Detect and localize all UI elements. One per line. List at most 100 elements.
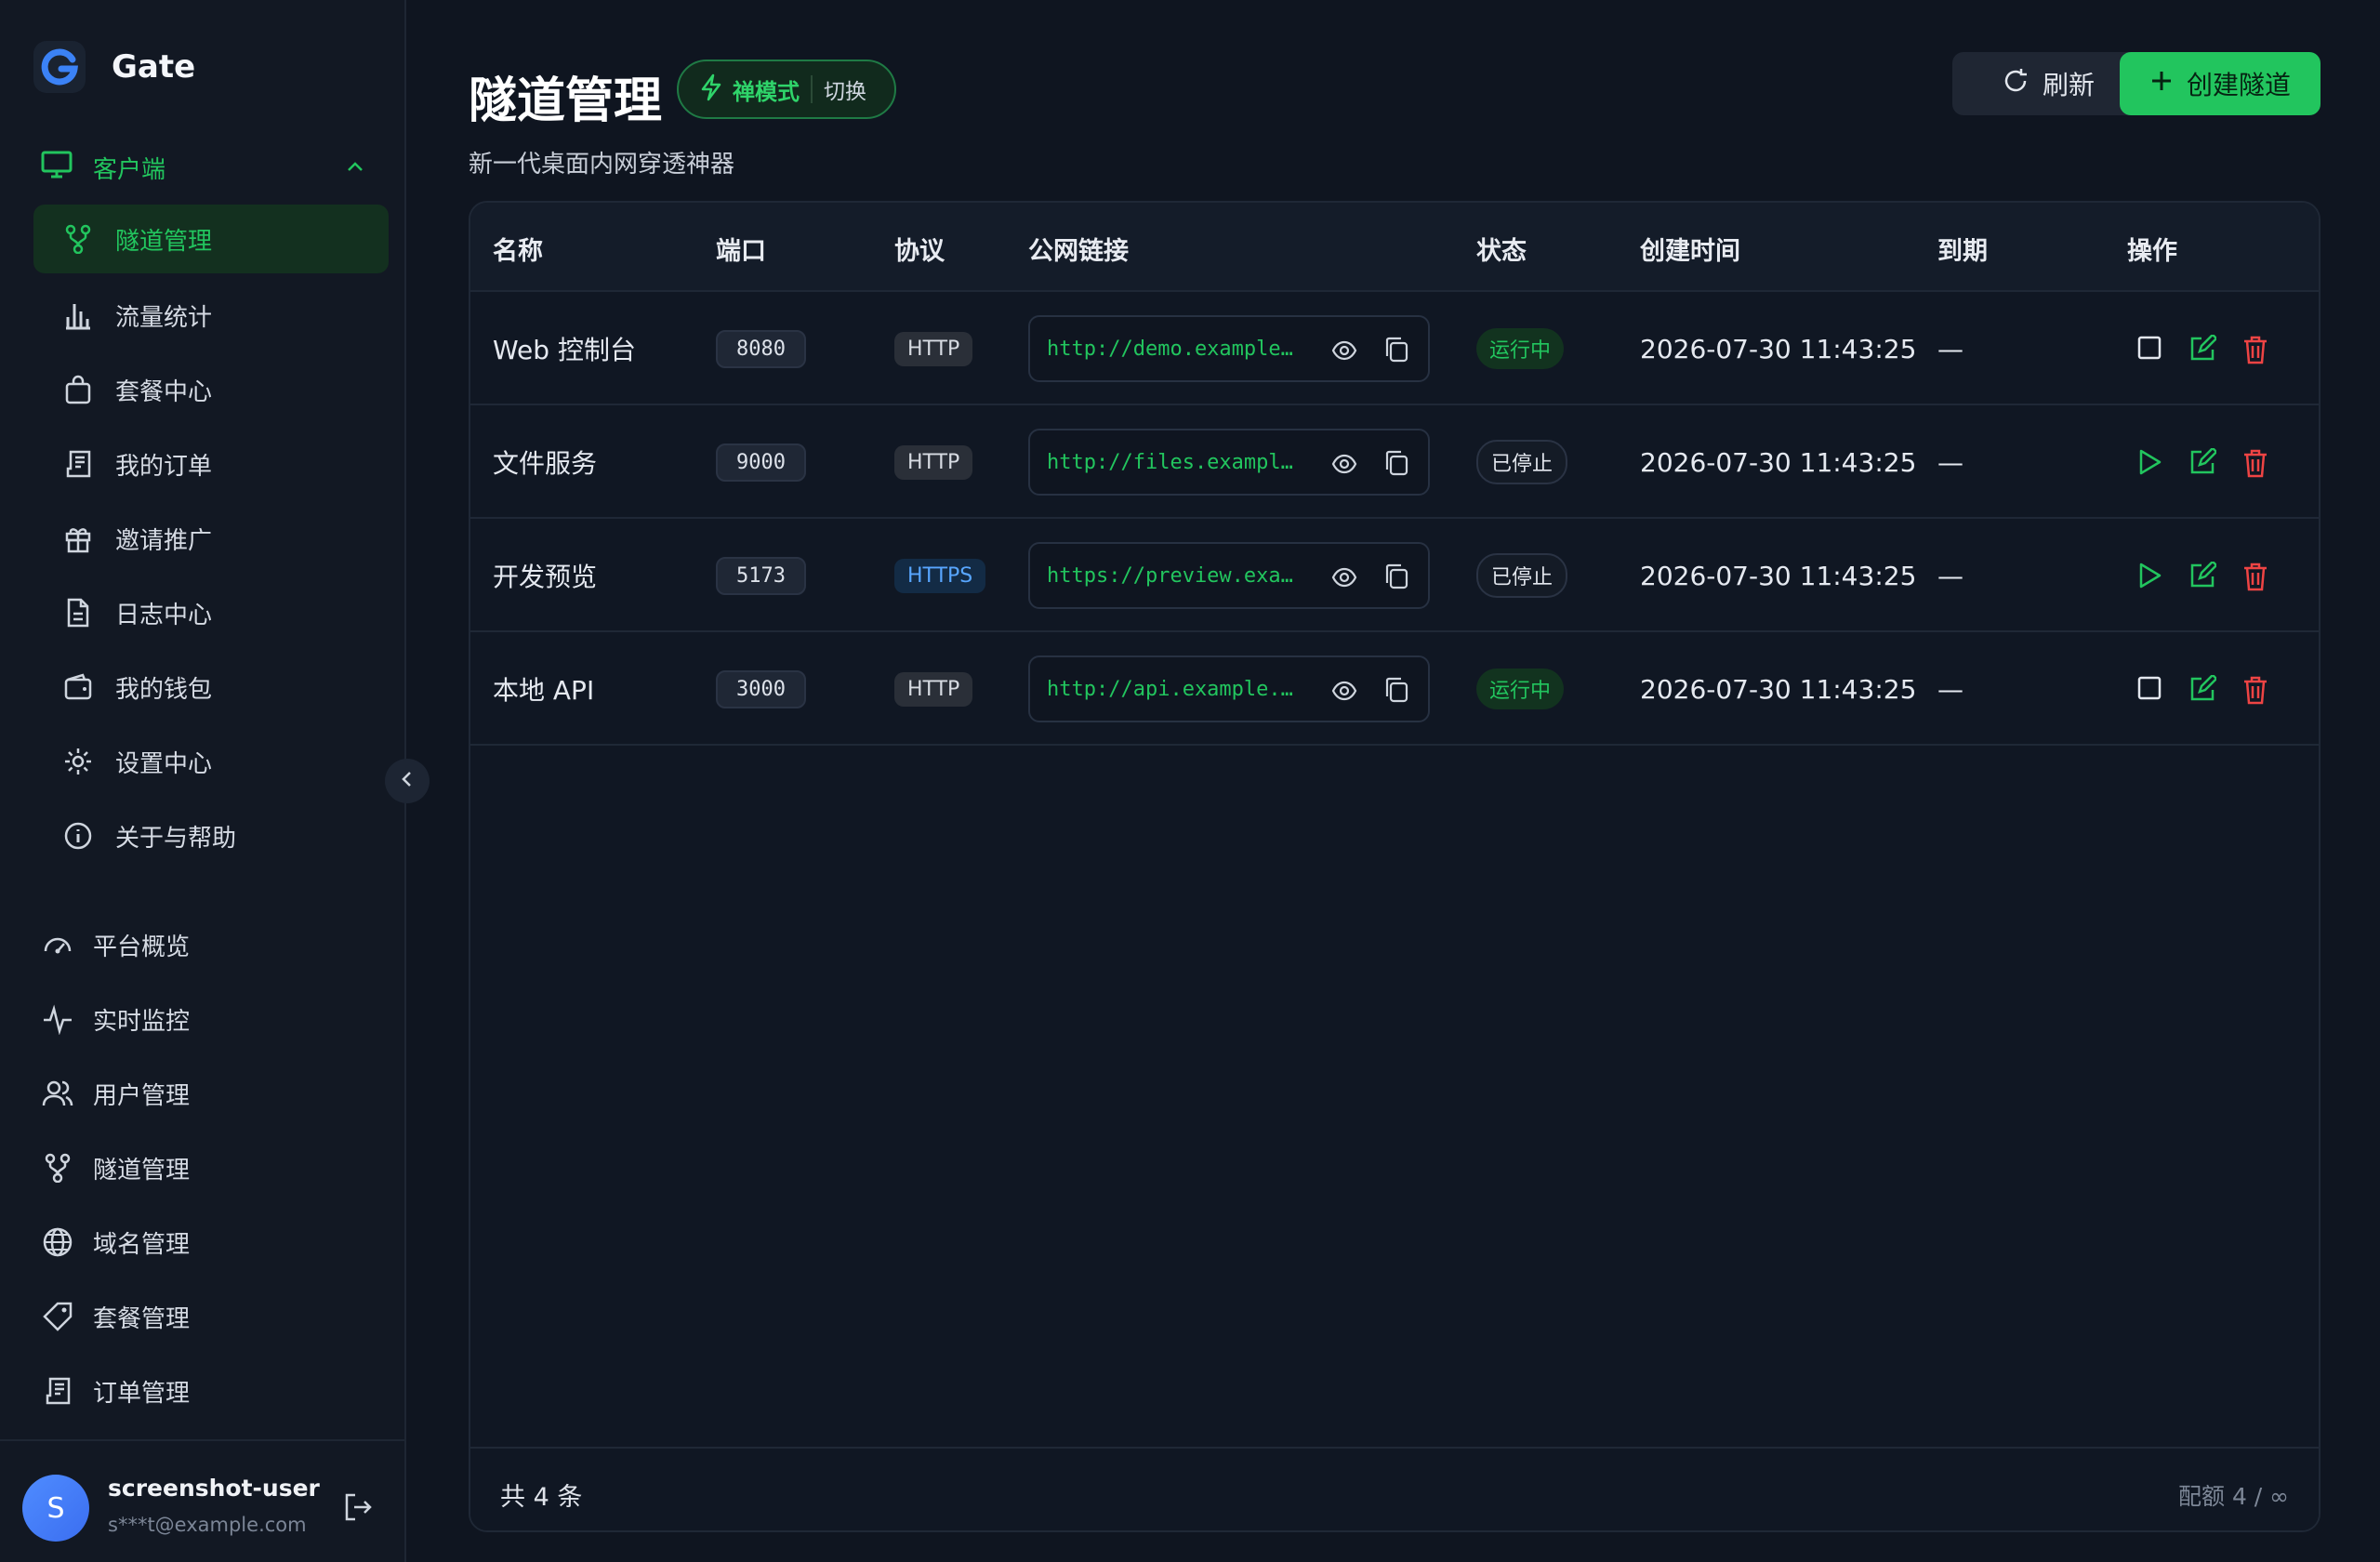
stop-icon[interactable] [2136, 335, 2162, 364]
public-url[interactable]: http://demo.example.com [1047, 338, 1298, 361]
trash-icon[interactable] [2242, 448, 2268, 482]
bar-chart-icon [63, 300, 93, 330]
sidebar-item-label: 平台概览 [93, 933, 191, 961]
copy-icon[interactable] [1383, 676, 1409, 710]
eye-icon[interactable] [1331, 338, 1357, 370]
status-badge: 运行中 [1476, 668, 1565, 709]
zen-mode-label: 禅模式 [733, 78, 800, 105]
column-header-url: 公网链接 [1028, 237, 1129, 266]
sidebar-item-label: 用户管理 [93, 1081, 191, 1110]
trash-icon[interactable] [2242, 335, 2268, 368]
sidebar-item-plans[interactable]: 套餐中心 [33, 355, 389, 424]
sidebar-item-label: 隧道管理 [115, 227, 213, 256]
port-badge: 5173 [716, 556, 806, 595]
brand[interactable]: Gate [33, 41, 195, 93]
expire-value: — [1937, 560, 1964, 591]
sidebar-item-monitor[interactable]: 实时监控 [20, 991, 392, 1047]
client-group-label: 客户端 [93, 155, 166, 184]
column-header-created: 创建时间 [1640, 237, 1740, 266]
sidebar-collapse-button[interactable] [385, 759, 430, 803]
sidebar-item-traffic[interactable]: 流量统计 [33, 281, 389, 350]
public-url[interactable]: http://files.example.com [1047, 451, 1298, 474]
sidebar-item-invite[interactable]: 邀请推广 [33, 504, 389, 573]
gauge-icon [41, 928, 74, 961]
sidebar-item-tunnels[interactable]: 隧道管理 [33, 205, 389, 273]
refresh-button[interactable]: 刷新 [1952, 52, 2144, 115]
gear-icon [63, 747, 93, 776]
monitor-icon [41, 151, 73, 185]
zen-mode-pill[interactable]: 禅模式 切换 [677, 60, 896, 119]
client-group-toggle[interactable]: 客户端 [20, 141, 392, 193]
stop-icon[interactable] [2136, 675, 2162, 705]
sidebar-item-plan-admin[interactable]: 套餐管理 [20, 1289, 392, 1344]
sidebar-item-domains[interactable]: 域名管理 [20, 1214, 392, 1270]
tag-icon [41, 1300, 74, 1333]
sidebar-item-label: 订单管理 [93, 1379, 191, 1408]
activity-icon [41, 1002, 74, 1036]
eye-icon[interactable] [1331, 564, 1357, 597]
sidebar-item-settings[interactable]: 设置中心 [33, 727, 389, 796]
sidebar-item-label: 域名管理 [93, 1230, 191, 1259]
column-header-port: 端口 [716, 237, 766, 266]
copy-icon[interactable] [1383, 449, 1409, 483]
create-tunnel-button[interactable]: 创建隧道 [2120, 52, 2320, 115]
edit-icon[interactable] [2188, 560, 2218, 593]
port-badge: 3000 [716, 669, 806, 708]
sidebar-item-about[interactable]: 关于与帮助 [33, 801, 389, 870]
public-url[interactable]: http://api.example.com [1047, 678, 1298, 701]
trash-icon[interactable] [2242, 675, 2268, 708]
sidebar-item-users[interactable]: 用户管理 [20, 1066, 392, 1121]
file-icon [63, 598, 93, 628]
sidebar-item-logs[interactable]: 日志中心 [33, 578, 389, 647]
table-row[interactable]: 文件服务 9000 HTTP http://files.example.com 已停止 2… [470, 405, 2319, 519]
column-header-actions: 操作 [2127, 237, 2177, 266]
sidebar-item-label: 流量统计 [115, 303, 213, 332]
sidebar-item-order-admin[interactable]: 订单管理 [20, 1363, 392, 1419]
create-tunnel-label: 创建隧道 [2186, 70, 2291, 100]
user-box: S screenshot-user s***t@example.com [0, 1439, 406, 1562]
edit-icon[interactable] [2188, 673, 2218, 707]
edit-icon[interactable] [2188, 446, 2218, 480]
copy-icon[interactable] [1383, 563, 1409, 597]
public-url[interactable]: https://preview.example.com [1047, 564, 1298, 588]
edit-icon[interactable] [2188, 333, 2218, 366]
fork-icon [63, 224, 93, 254]
users-icon [41, 1077, 74, 1110]
sidebar-item-orders[interactable]: 我的订单 [33, 430, 389, 498]
gift-icon [63, 523, 93, 553]
mode-switch-button[interactable]: 切换 [824, 73, 866, 105]
eye-icon[interactable] [1331, 678, 1357, 710]
logout-icon[interactable] [342, 1491, 374, 1527]
column-header-status: 状态 [1476, 237, 1527, 266]
table-header: 名称 端口 协议 公网链接 状态 创建时间 到期 操作 [470, 203, 2319, 292]
receipt-icon [41, 1374, 74, 1408]
avatar[interactable]: S [22, 1475, 89, 1542]
status-badge: 已停止 [1476, 553, 1568, 598]
eye-icon[interactable] [1331, 451, 1357, 483]
play-icon[interactable] [2136, 562, 2162, 593]
tunnel-name: 开发预览 [493, 562, 598, 592]
status-badge: 运行中 [1476, 328, 1565, 369]
app-name: Gate [112, 48, 196, 86]
trash-icon[interactable] [2242, 562, 2268, 595]
protocol-badge: HTTP [894, 671, 973, 707]
sidebar-item-wallet[interactable]: 我的钱包 [33, 653, 389, 721]
user-name: screenshot-user [108, 1475, 320, 1502]
sidebar-item-overview[interactable]: 平台概览 [20, 917, 392, 973]
play-icon[interactable] [2136, 448, 2162, 480]
user-email: s***t@example.com [108, 1514, 307, 1536]
divider [811, 75, 813, 103]
column-header-expire: 到期 [1937, 237, 1988, 266]
gate-logo-icon [33, 41, 86, 93]
copy-icon[interactable] [1383, 336, 1409, 370]
plus-icon [2149, 69, 2174, 99]
quota-text: 配额 4 / ∞ [2178, 1483, 2289, 1510]
table-row[interactable]: Web 控制台 8080 HTTP http://demo.example.com 运行… [470, 292, 2319, 405]
sidebar-item-label: 我的订单 [115, 452, 213, 481]
table-row[interactable]: 开发预览 5173 HTTPS https://preview.example.com… [470, 519, 2319, 632]
table-row[interactable]: 本地 API 3000 HTTP http://api.example.com 运行中 2… [470, 632, 2319, 746]
tunnel-name: Web 控制台 [493, 335, 636, 365]
column-header-protocol: 协议 [894, 237, 945, 266]
created-time: 2026-07-30 11:43:25 [1640, 673, 1917, 705]
sidebar-item-admin-tunnels[interactable]: 隧道管理 [20, 1140, 392, 1196]
